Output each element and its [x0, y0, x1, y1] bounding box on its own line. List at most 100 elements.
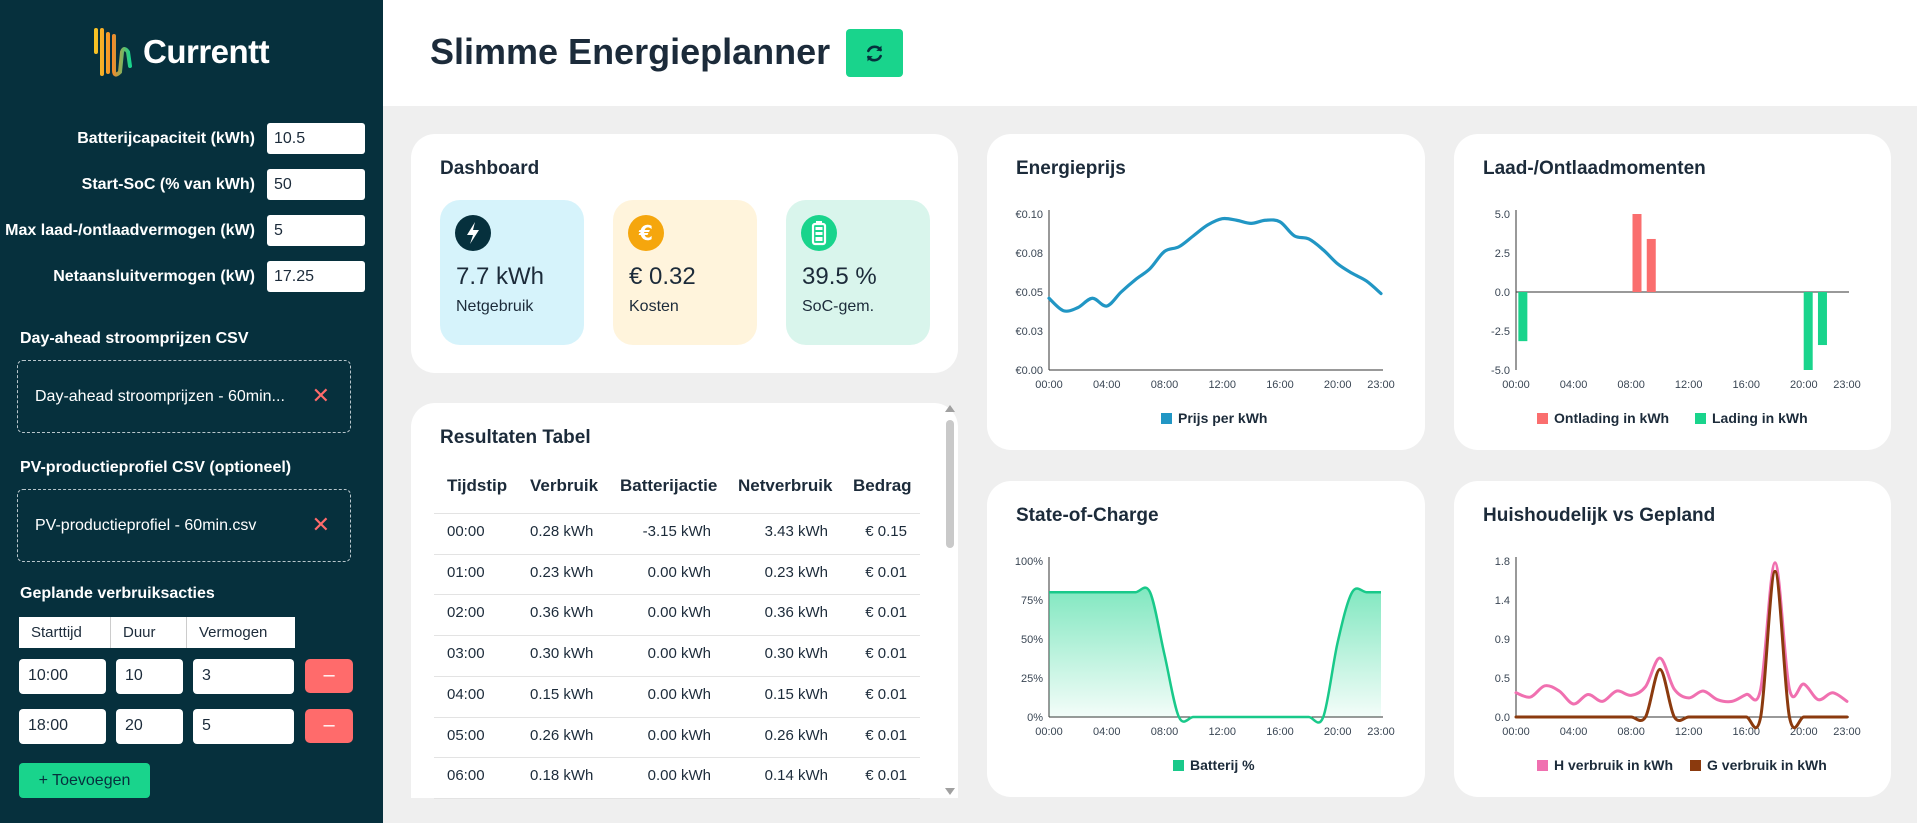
battery-capacity-input[interactable] [267, 123, 365, 154]
table-cell: 0.18 kWh [530, 767, 594, 785]
table-cell: € 0.01 [865, 767, 907, 785]
action-duration-input[interactable]: 20 [116, 709, 183, 744]
max-power-input[interactable] [267, 215, 365, 246]
grid-connection-input[interactable] [267, 261, 365, 292]
x-tick-label: 12:00 [1208, 726, 1236, 738]
table-cell: € 0.01 [865, 685, 907, 703]
y-tick-label: 1.8 [1495, 556, 1510, 568]
x-tick-label: 16:00 [1266, 379, 1294, 391]
table-cell: 05:00 [447, 726, 485, 744]
action-duration-input[interactable]: 10 [116, 659, 183, 694]
x-tick-label: 12:00 [1675, 726, 1703, 738]
x-tick-label: 00:00 [1502, 379, 1530, 391]
upload-dropzone-prices[interactable]: Day-ahead stroomprijzen - 60min... ✕ [17, 360, 351, 433]
start-soc-input[interactable] [267, 169, 365, 200]
table-cell: 0.23 kWh [530, 563, 594, 581]
remove-action-button[interactable]: – [305, 659, 353, 693]
table-divider [434, 716, 920, 718]
remove-file-icon[interactable]: ✕ [312, 383, 330, 409]
legend-swatch [1161, 413, 1172, 424]
table-divider [434, 675, 920, 677]
table-cell: 00:00 [447, 523, 485, 540]
table-cell: 0.36 kWh [764, 604, 828, 622]
add-action-button[interactable]: + Toevoegen [19, 763, 150, 798]
table-cell: 0.00 kWh [647, 767, 711, 785]
lightning-icon [455, 215, 491, 251]
legend-label: Ontlading in kWh [1554, 410, 1670, 426]
table-cell: 0.00 kWh [647, 645, 711, 663]
action-power-input[interactable]: 3 [193, 659, 294, 694]
action-start-input[interactable]: 18:00 [19, 709, 106, 744]
table-header: Tijdstip [447, 476, 508, 495]
price-chart: €0.00 €0.03 €0.05 €0.08 €0.10 00:00 04:00 08:00… [1015, 209, 1394, 391]
remove-action-button[interactable]: – [305, 709, 353, 743]
table-cell: 0.36 kWh [530, 604, 594, 622]
stat-kosten: € € 0.32 Kosten [613, 200, 757, 345]
charge-chart: -5.0 -2.5 0.0 2.5 5.0 00:00 04:00 08:00 12:00 16:… [1491, 209, 1861, 391]
y-tick-label: 0.9 [1495, 634, 1510, 646]
table-cell: € 0.01 [865, 726, 907, 744]
results-scrollbar[interactable] [946, 420, 954, 548]
y-tick-label: 0% [1027, 712, 1043, 724]
chart-card-soc: State-of-Charge 0% 25% 50% 75% 100% 00:00 04:0… [987, 481, 1425, 797]
table-cell: 0.00 kWh [647, 685, 711, 703]
x-tick-label: 12:00 [1675, 379, 1703, 391]
refresh-button[interactable] [846, 29, 903, 77]
y-tick-label: €0.08 [1015, 248, 1043, 260]
stat-label: SoC-gem. [802, 298, 875, 315]
table-divider [434, 513, 920, 514]
table-header: Batterijactie [620, 476, 718, 495]
upload-filename: PV-productieprofiel - 60min.csv [35, 517, 257, 534]
table-cell: 0.00 kWh [647, 604, 711, 622]
remove-file-icon[interactable]: ✕ [312, 512, 330, 538]
table-header: Verbruik [530, 476, 599, 495]
table-cell: 0.23 kWh [764, 563, 828, 581]
legend-swatch [1537, 413, 1548, 424]
action-start-input[interactable]: 10:00 [19, 659, 106, 694]
table-cell: 0.30 kWh [764, 645, 828, 663]
bar [1646, 238, 1656, 292]
upload-title-prices: Day-ahead stroomprijzen CSV [20, 330, 249, 347]
legend-item: Batterij % [1173, 757, 1255, 773]
table-cell: -3.15 kWh [642, 523, 711, 540]
y-tick-label: 75% [1021, 595, 1043, 607]
table-cell: € 0.15 [865, 523, 907, 540]
stat-label: Netgebruik [456, 298, 534, 315]
field-max-power: Max laad-/ontlaadvermogen (kW) [0, 215, 383, 247]
y-tick-label: 100% [1015, 556, 1043, 568]
table-divider [434, 553, 920, 555]
stat-soc: 39.5 % SoC-gem. [786, 200, 930, 345]
sidebar: Currentt Batterijcapaciteit (kWh) Start-… [0, 0, 383, 823]
legend-item: Prijs per kWh [1161, 410, 1267, 426]
legend-swatch [1173, 760, 1184, 771]
y-tick-label: 1.4 [1495, 595, 1510, 607]
action-power-input[interactable]: 5 [193, 709, 294, 744]
x-tick-label: 04:00 [1560, 726, 1588, 738]
currentt-logo-icon [94, 28, 132, 77]
battery-icon [801, 215, 837, 251]
table-cell: 02:00 [447, 604, 485, 622]
table-divider [434, 757, 920, 759]
y-tick-label: 0.0 [1495, 287, 1510, 299]
stat-label: Kosten [629, 298, 679, 315]
euro-icon: € [628, 215, 664, 251]
x-tick-label: 00:00 [1502, 726, 1530, 738]
scroll-down-icon[interactable] [945, 788, 955, 795]
series-area-soc [1049, 587, 1381, 723]
y-tick-label: -2.5 [1491, 326, 1510, 338]
scroll-up-icon[interactable] [945, 405, 955, 412]
table-cell: 06:00 [447, 767, 485, 785]
svg-text:€: € [638, 221, 653, 245]
x-tick-label: 12:00 [1208, 379, 1236, 391]
chart-card-charge: Laad-/Ontlaadmomenten -5.0 -2.5 0.0 2.5 5.0 0… [1454, 134, 1891, 450]
y-tick-label: 2.5 [1495, 248, 1510, 260]
bar [1803, 292, 1813, 370]
legend-label: Lading in kWh [1712, 410, 1808, 426]
upload-dropzone-pv[interactable]: PV-productieprofiel - 60min.csv ✕ [17, 489, 351, 562]
table-cell: 0.15 kWh [530, 685, 594, 703]
stat-netgebruik: 7.7 kWh Netgebruik [440, 200, 584, 345]
x-tick-label: 04:00 [1560, 379, 1588, 391]
upload-title-pv: PV-productieprofiel CSV (optioneel) [20, 459, 292, 476]
actions-header-vermogen: Vermogen [187, 617, 295, 648]
table-cell: 0.26 kWh [764, 726, 828, 744]
